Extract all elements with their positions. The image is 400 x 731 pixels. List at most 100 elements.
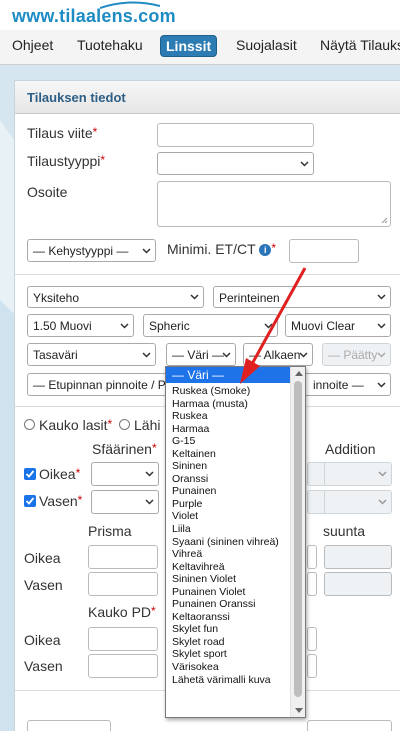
required-mark: *: [107, 417, 113, 431]
left-eye-checkbox[interactable]: [24, 495, 36, 507]
front-coating-value: — Etupinnan pinnoite / Pei: [33, 378, 176, 392]
prism-left-base-input[interactable]: [307, 572, 317, 596]
pd-left-extra-input[interactable]: [307, 654, 317, 678]
color-option[interactable]: Harmaa: [166, 423, 290, 436]
checkmark-icon: [25, 470, 35, 478]
address-label: Osoite: [27, 184, 68, 200]
scroll-up-icon[interactable]: [295, 371, 303, 376]
required-mark: *: [75, 466, 81, 480]
prism-right-base-input[interactable]: [307, 545, 317, 569]
prism-right-input[interactable]: [88, 545, 158, 569]
address-textarea[interactable]: [157, 181, 391, 227]
nav-item-ohjeet[interactable]: Ohjeet: [12, 37, 53, 53]
pd-right-input[interactable]: [88, 627, 158, 651]
nav-item-linssit[interactable]: Linssit: [160, 35, 218, 57]
color-option[interactable]: Skylet fun: [166, 623, 290, 636]
distance-glasses-radio[interactable]: [24, 419, 35, 430]
color-option[interactable]: Punainen: [166, 485, 290, 498]
near-glasses-radio[interactable]: [119, 419, 130, 430]
vision-type-select[interactable]: Yksiteho: [27, 286, 204, 308]
color-option-selected[interactable]: — Väri —: [166, 367, 290, 383]
left-sphere-select[interactable]: [91, 490, 159, 514]
color-option[interactable]: Harmaa (musta): [166, 398, 290, 411]
color-option[interactable]: Sininen Violet: [166, 573, 290, 586]
pd-left-label: Vasen: [24, 658, 63, 674]
pd-left-input[interactable]: [88, 654, 158, 678]
material-select[interactable]: 1.50 Muovi: [27, 314, 134, 337]
color-option[interactable]: Sininen: [166, 460, 290, 473]
color-option[interactable]: Violet: [166, 510, 290, 523]
scrollbar-thumb[interactable]: [294, 381, 302, 697]
required-mark: *: [151, 441, 157, 455]
left-addition-select[interactable]: [324, 490, 392, 514]
color-option[interactable]: Lähetä värimalli kuva: [166, 674, 290, 687]
lens-tint-select[interactable]: Muovi Clear: [285, 314, 391, 337]
required-mark: *: [100, 153, 106, 167]
bottom-field[interactable]: [307, 720, 392, 731]
nav-item-nayta-tilaukset[interactable]: Näytä Tilauks: [320, 37, 400, 53]
resize-handle-icon[interactable]: [381, 217, 388, 224]
color-option[interactable]: Ruskea: [166, 410, 290, 423]
color-option[interactable]: Skylet road: [166, 636, 290, 649]
near-glasses-label: Lähi l: [134, 417, 168, 433]
chevron-down-icon: [378, 471, 387, 477]
start-select[interactable]: — Alkaen: [243, 343, 313, 366]
distance-glasses-label: Kauko lasit*: [39, 417, 113, 433]
color-option[interactable]: Keltavihreä: [166, 561, 290, 574]
order-type-select[interactable]: [157, 152, 314, 175]
color-option[interactable]: Vihreä: [166, 548, 290, 561]
design-select[interactable]: Perinteinen: [213, 286, 391, 308]
prism-left-input[interactable]: [88, 572, 158, 596]
frame-type-value: — Kehystyyppi —: [33, 244, 129, 258]
color-value: — Väri —: [172, 348, 225, 362]
color-option[interactable]: Purple: [166, 498, 290, 511]
order-reference-input[interactable]: [157, 123, 314, 147]
addition-header: Addition: [325, 441, 376, 457]
prism-left-direction-input[interactable]: [324, 572, 392, 596]
geometry-select[interactable]: Spheric: [143, 314, 278, 337]
color-option[interactable]: Punainen Oranssi: [166, 598, 290, 611]
pd-right-extra-input[interactable]: [307, 627, 317, 651]
color-option[interactable]: Ruskea (Smoke): [166, 385, 290, 398]
frame-type-select[interactable]: — Kehystyyppi —: [27, 239, 156, 262]
prism-header: Prisma: [88, 523, 132, 539]
order-type-label: Tilaustyyppi*: [27, 153, 106, 169]
section-divider: [14, 274, 400, 275]
end-select[interactable]: — Päätty: [322, 343, 391, 366]
prism-right-label: Oikea: [24, 550, 61, 566]
color-option[interactable]: Skylet sport: [166, 648, 290, 661]
color-option[interactable]: G-15: [166, 435, 290, 448]
color-option[interactable]: Keltainen: [166, 448, 290, 461]
info-icon[interactable]: i: [259, 244, 272, 256]
right-sphere-select[interactable]: [91, 462, 159, 486]
nav-item-suojalasit[interactable]: Suojalasit: [236, 37, 297, 53]
right-addition-select[interactable]: [324, 462, 392, 486]
color-select[interactable]: — Väri —: [166, 343, 236, 366]
chevron-down-icon: [142, 247, 151, 254]
color-option[interactable]: Oranssi: [166, 473, 290, 486]
color-option[interactable]: Punainen Violet: [166, 586, 290, 599]
end-value: — Päätty: [328, 348, 378, 362]
color-type-select[interactable]: Tasaväri: [27, 343, 156, 366]
order-reference-label: Tilaus viite*: [27, 125, 98, 141]
color-option[interactable]: Keltaoranssi: [166, 611, 290, 624]
dropdown-scrollbar[interactable]: [290, 367, 305, 717]
scroll-down-icon[interactable]: [295, 708, 303, 713]
minimum-thickness-input[interactable]: [289, 239, 359, 263]
lens-tint-value: Muovi Clear: [291, 319, 356, 333]
chevron-down-icon: [377, 294, 386, 300]
required-mark: *: [271, 241, 276, 255]
color-option[interactable]: Värisokea: [166, 661, 290, 674]
prism-right-direction-input[interactable]: [324, 545, 392, 569]
vision-type-value: Yksiteho: [33, 291, 80, 305]
color-dropdown-list[interactable]: — Väri — Ruskea (Smoke) Harmaa (musta) Rus…: [165, 366, 306, 718]
prism-left-label: Vasen: [24, 577, 63, 593]
color-option[interactable]: Syaani (sininen vihreä): [166, 536, 290, 549]
material-value: 1.50 Muovi: [33, 319, 92, 333]
geometry-value: Spheric: [149, 319, 190, 333]
required-mark: *: [92, 125, 98, 139]
color-option[interactable]: Liila: [166, 523, 290, 536]
bottom-field[interactable]: [27, 720, 111, 731]
nav-item-tuotehaku[interactable]: Tuotehaku: [77, 37, 143, 53]
right-eye-checkbox[interactable]: [24, 468, 36, 480]
